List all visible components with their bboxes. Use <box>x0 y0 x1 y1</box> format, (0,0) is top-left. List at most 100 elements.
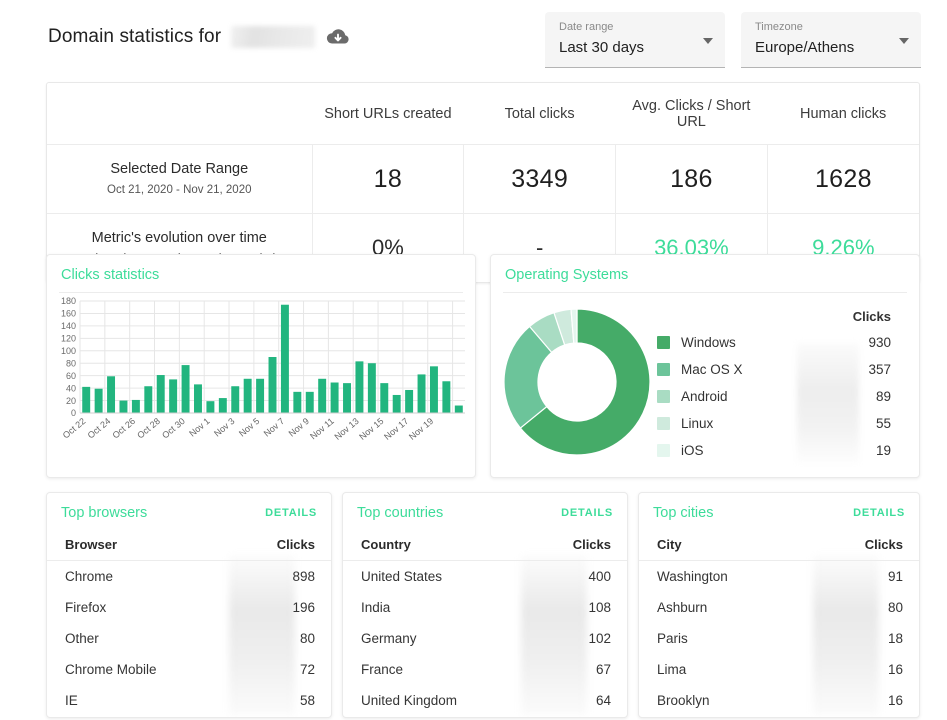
top-countries-title: Top countries <box>357 505 443 521</box>
cities-col-clicks: Clicks <box>805 530 919 561</box>
svg-text:Nov 15: Nov 15 <box>357 416 385 442</box>
table-row[interactable]: Firefox196 <box>47 592 331 623</box>
row-clicks: 16 <box>805 685 919 716</box>
svg-text:Nov 1: Nov 1 <box>187 416 211 439</box>
svg-text:Oct 30: Oct 30 <box>160 416 187 441</box>
table-row[interactable]: Edge55 <box>47 716 331 718</box>
svg-text:Oct 28: Oct 28 <box>135 416 162 441</box>
clicks-bar-chart[interactable]: 020406080100120140160180Oct 22Oct 24Oct … <box>47 293 475 471</box>
row-clicks: 400 <box>526 561 627 593</box>
chevron-down-icon[interactable] <box>703 38 713 44</box>
countries-details-link[interactable]: DETAILS <box>561 507 613 519</box>
operating-systems-body: Clicks Windows930Mac OS X357Android89Lin… <box>491 293 919 464</box>
os-legend-row: Mac OS X357 <box>657 356 909 383</box>
row-sublabel: Oct 21, 2020 - Nov 21, 2020 <box>53 181 306 199</box>
summary-table-card: Short URLs created Total clicks Avg. Cli… <box>46 82 920 283</box>
page-title: Domain statistics for <box>48 26 221 48</box>
row-clicks: 18 <box>805 623 919 654</box>
row-name: IE <box>47 685 227 716</box>
table-header-row: Short URLs created Total clicks Avg. Cli… <box>47 83 919 145</box>
row-name: Firefox <box>47 592 227 623</box>
table-row[interactable]: Germany102 <box>343 623 627 654</box>
row-clicks: 80 <box>227 623 331 654</box>
table-row[interactable]: Nepal56 <box>343 716 627 718</box>
row-clicks: 58 <box>227 685 331 716</box>
row-name: India <box>343 592 526 623</box>
row-name: United States <box>343 561 526 593</box>
svg-text:Nov 5: Nov 5 <box>237 416 261 439</box>
row-clicks: 72 <box>227 654 331 685</box>
cities-details-link[interactable]: DETAILS <box>853 507 905 519</box>
table-head: Browser Clicks <box>47 530 331 561</box>
os-legend: Clicks Windows930Mac OS X357Android89Lin… <box>657 299 909 464</box>
table-head: Country Clicks <box>343 530 627 561</box>
clicks-statistics-card: Clicks statistics 0204060801001201401601… <box>46 254 476 478</box>
svg-text:120: 120 <box>61 334 76 344</box>
operating-systems-card: Operating Systems Clicks Windows930Mac O… <box>490 254 920 478</box>
row-name: United Kingdom <box>343 685 526 716</box>
row-clicks: 55 <box>227 716 331 718</box>
title-group: Domain statistics for <box>48 24 351 50</box>
table-row[interactable]: India108 <box>343 592 627 623</box>
svg-text:Nov 19: Nov 19 <box>407 416 435 442</box>
card-header: Operating Systems <box>491 255 919 292</box>
table-header-row: Browser Clicks <box>47 530 331 561</box>
avg-clicks-value: 186 <box>670 165 713 193</box>
row-clicks: 15 <box>805 716 919 718</box>
table-row[interactable]: Brooklyn16 <box>639 685 919 716</box>
table-row[interactable]: France67 <box>343 654 627 685</box>
row-name: Chrome Mobile <box>47 654 227 685</box>
os-color-swatch <box>657 363 670 376</box>
cities-table-body: Washington91Ashburn80Paris18Lima16Brookl… <box>639 561 919 719</box>
row-label-cell: Selected Date Range Oct 21, 2020 - Nov 2… <box>47 145 312 214</box>
svg-text:Oct 26: Oct 26 <box>110 416 137 441</box>
svg-text:0: 0 <box>71 408 76 418</box>
cities-col-name: City <box>639 530 805 561</box>
row-name: Singapore <box>639 716 805 718</box>
summary-col-3: Avg. Clicks / Short URL <box>616 83 768 145</box>
table-row[interactable]: Lima16 <box>639 654 919 685</box>
countries-col-name: Country <box>343 530 526 561</box>
clicks-statistics-title: Clicks statistics <box>61 267 159 283</box>
table-row[interactable]: Paris18 <box>639 623 919 654</box>
metric-cell: 18 <box>312 145 464 214</box>
chevron-down-icon[interactable] <box>899 38 909 44</box>
browsers-details-link[interactable]: DETAILS <box>265 507 317 519</box>
cloud-download-icon[interactable] <box>325 24 351 50</box>
summary-table: Short URLs created Total clicks Avg. Cli… <box>47 83 919 282</box>
table-row[interactable]: Other80 <box>47 623 331 654</box>
card-header: Top browsers DETAILS <box>47 493 331 530</box>
os-legend-rows: Windows930Mac OS X357Android89Linux55iOS… <box>657 329 909 464</box>
row-clicks: 67 <box>526 654 627 685</box>
table-row[interactable]: Singapore15 <box>639 716 919 718</box>
browsers-col-name: Browser <box>47 530 227 561</box>
cities-table: City Clicks Washington91Ashburn80Paris18… <box>639 530 919 718</box>
timezone-select[interactable]: Timezone Europe/Athens <box>741 12 921 68</box>
summary-col-4: Human clicks <box>767 83 919 145</box>
table-row[interactable]: Chrome898 <box>47 561 331 593</box>
date-range-select[interactable]: Date range Last 30 days <box>545 12 725 68</box>
table-row[interactable]: Chrome Mobile72 <box>47 654 331 685</box>
os-legend-row: Android89 <box>657 383 909 410</box>
row-clicks: 108 <box>526 592 627 623</box>
browsers-col-clicks: Clicks <box>227 530 331 561</box>
table-row[interactable]: United Kingdom64 <box>343 685 627 716</box>
os-donut-chart[interactable] <box>497 299 657 464</box>
table-row[interactable]: United States400 <box>343 561 627 593</box>
row-clicks: 898 <box>227 561 331 593</box>
row-clicks: 102 <box>526 623 627 654</box>
table-row[interactable]: Washington91 <box>639 561 919 593</box>
os-color-swatch <box>657 336 670 349</box>
redacted-domain-name <box>231 26 315 48</box>
svg-text:20: 20 <box>66 396 76 406</box>
timezone-label: Timezone <box>755 20 909 34</box>
os-legend-row: iOS19 <box>657 437 909 464</box>
svg-text:180: 180 <box>61 296 76 306</box>
row-clicks: 80 <box>805 592 919 623</box>
table-row[interactable]: IE58 <box>47 685 331 716</box>
row-name: Nepal <box>343 716 526 718</box>
row-name: France <box>343 654 526 685</box>
svg-text:Nov 9: Nov 9 <box>287 416 311 439</box>
summary-col-1: Short URLs created <box>312 83 464 145</box>
table-row[interactable]: Ashburn80 <box>639 592 919 623</box>
